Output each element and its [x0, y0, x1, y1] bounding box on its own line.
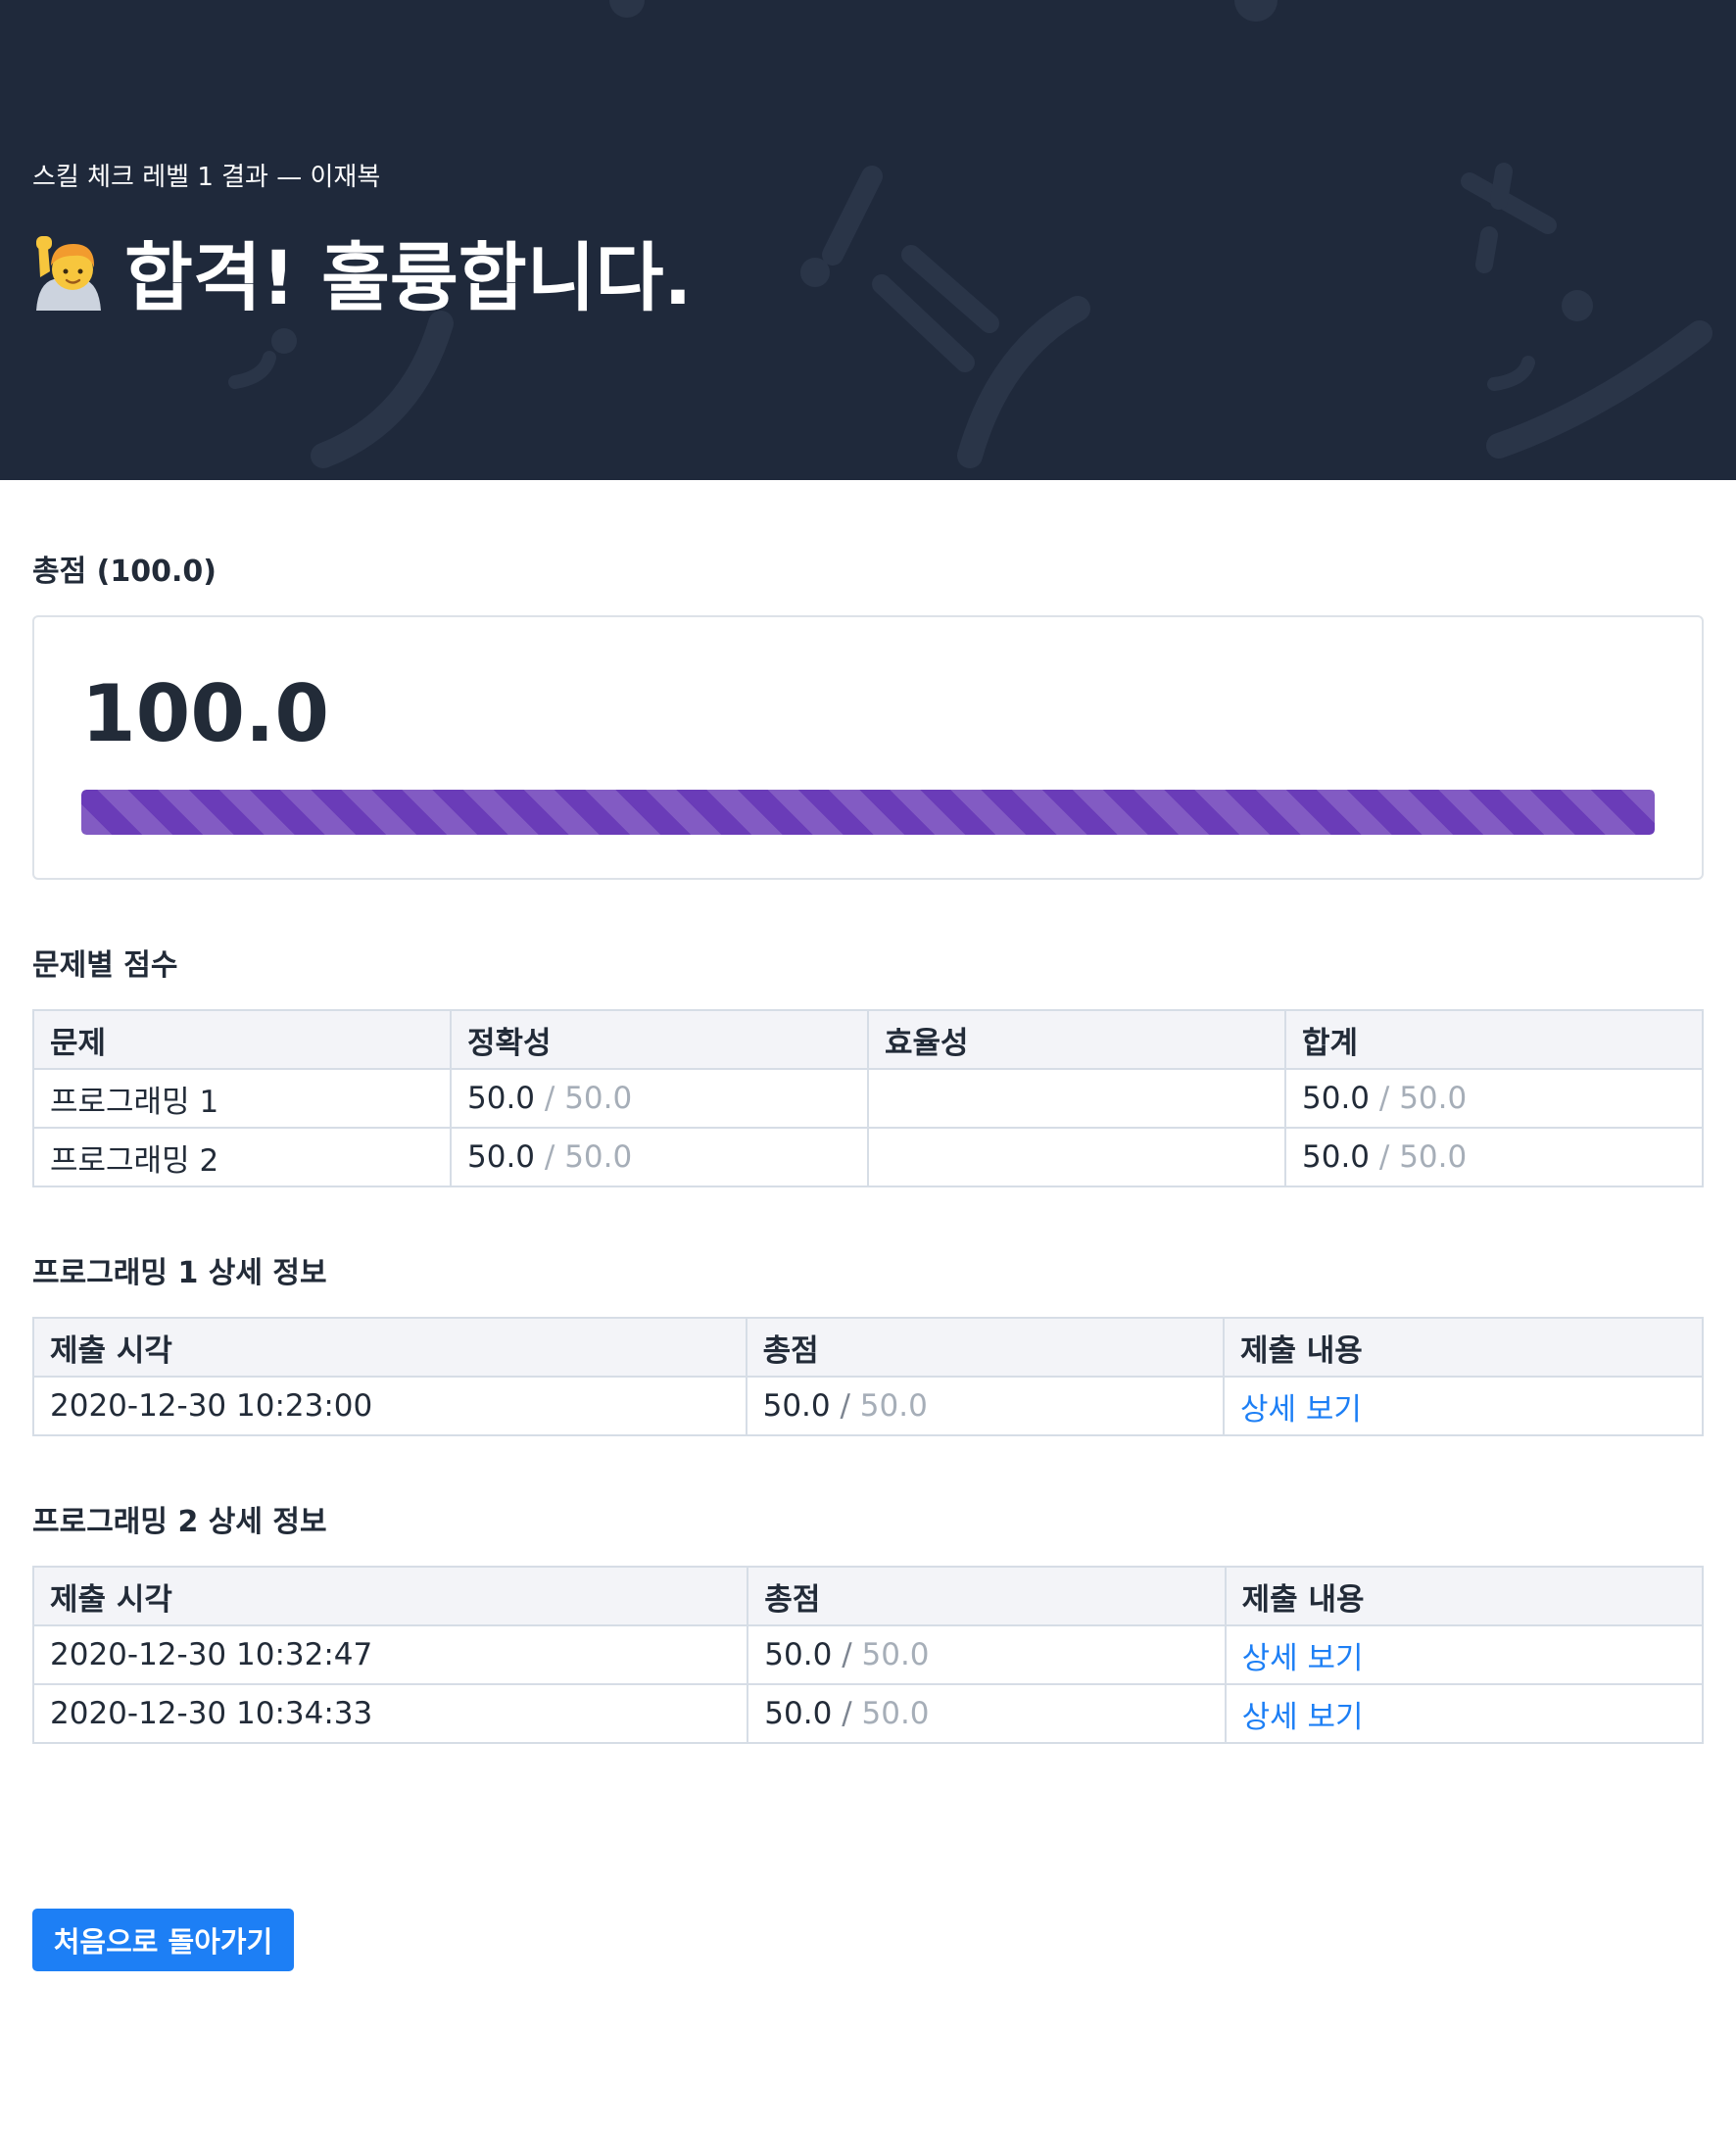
- detail-2-table: 제출 시각 총점 제출 내용 2020-12-30 10:32:47 50.0 …: [31, 1566, 1705, 1744]
- view-details-link[interactable]: 상세 보기: [1242, 1700, 1364, 1735]
- submission-content-cell: 상세 보기: [1224, 1683, 1705, 1744]
- submission-score: 50.0 / 50.0: [747, 1624, 1227, 1685]
- column-header: 제출 내용: [1222, 1317, 1705, 1378]
- column-header: 문제: [32, 1009, 452, 1070]
- submission-content-cell: 상세 보기: [1224, 1624, 1705, 1685]
- table-row: 2020-12-30 10:32:47 50.0 / 50.0 상세 보기: [31, 1624, 1705, 1685]
- submission-content-cell: 상세 보기: [1222, 1376, 1705, 1436]
- view-details-link[interactable]: 상세 보기: [1240, 1392, 1362, 1428]
- column-header: 제출 내용: [1224, 1566, 1705, 1626]
- table-header-row: 문제 정확성 효율성 합계: [32, 1009, 1704, 1070]
- view-details-link[interactable]: 상세 보기: [1242, 1641, 1364, 1676]
- submission-score: 50.0 / 50.0: [747, 1683, 1227, 1744]
- scores-by-problem-title: 문제별 점수: [32, 948, 178, 983]
- detail-1-title: 프로그래밍 1 상세 정보: [32, 1256, 327, 1290]
- total-score-progress-bar: [81, 790, 1655, 835]
- accuracy-score: 50.0 / 50.0: [450, 1068, 869, 1129]
- efficiency-score: [867, 1068, 1286, 1129]
- result-subtitle: 스킬 체크 레벨 1 결과 — 이재복: [32, 163, 381, 192]
- column-header: 총점: [745, 1317, 1225, 1378]
- detail-1-table: 제출 시각 총점 제출 내용 2020-12-30 10:23:00 50.0 …: [32, 1317, 1705, 1436]
- problem-name: 프로그래밍 2: [32, 1127, 452, 1187]
- back-to-start-button[interactable]: 처음으로 돌아가기: [32, 1909, 294, 1971]
- submission-time: 2020-12-30 10:32:47: [31, 1624, 749, 1685]
- result-title: 합격! 훌륭합니다.: [124, 234, 693, 321]
- column-header: 총점: [747, 1566, 1227, 1626]
- table-row: 프로그래밍 1 50.0 / 50.0 50.0 / 50.0: [32, 1068, 1704, 1129]
- table-row: 프로그래밍 2 50.0 / 50.0 50.0 / 50.0: [32, 1127, 1704, 1187]
- result-title-row: 합격! 훌륭합니다.: [32, 218, 692, 325]
- table-header-row: 제출 시각 총점 제출 내용: [32, 1317, 1705, 1378]
- efficiency-score: [867, 1127, 1286, 1187]
- result-header: 스킬 체크 레벨 1 결과 — 이재복 합격! 훌륭합니다.: [0, 0, 1736, 480]
- column-header: 효율성: [867, 1009, 1286, 1070]
- problem-total-score: 50.0 / 50.0: [1284, 1068, 1704, 1129]
- column-header: 제출 시각: [32, 1317, 747, 1378]
- total-score-progress-fill: [81, 790, 1655, 835]
- column-header: 합계: [1284, 1009, 1704, 1070]
- submission-time: 2020-12-30 10:23:00: [32, 1376, 747, 1436]
- column-header: 제출 시각: [31, 1566, 749, 1626]
- accuracy-score: 50.0 / 50.0: [450, 1127, 869, 1187]
- result-content: 총점 (100.0) 100.0 문제별 점수 문제 정확성 효율성 합계 프로…: [0, 547, 1736, 1744]
- submission-score: 50.0 / 50.0: [745, 1376, 1225, 1436]
- table-row: 2020-12-30 10:34:33 50.0 / 50.0 상세 보기: [31, 1683, 1705, 1744]
- scores-by-problem-table: 문제 정확성 효율성 합계 프로그래밍 1 50.0 / 50.0 50.0 /…: [32, 1009, 1704, 1187]
- total-score-card: 100.0: [32, 615, 1704, 880]
- submission-time: 2020-12-30 10:34:33: [31, 1683, 749, 1744]
- problem-total-score: 50.0 / 50.0: [1284, 1127, 1704, 1187]
- total-score-value: 100.0: [81, 668, 330, 759]
- detail-2-title: 프로그래밍 2 상세 정보: [32, 1505, 327, 1539]
- table-row: 2020-12-30 10:23:00 50.0 / 50.0 상세 보기: [32, 1376, 1705, 1436]
- problem-name: 프로그래밍 1: [32, 1068, 452, 1129]
- total-score-title: 총점 (100.0): [32, 555, 217, 589]
- person-raising-hand-icon: [36, 236, 101, 311]
- table-header-row: 제출 시각 총점 제출 내용: [31, 1566, 1705, 1626]
- column-header: 정확성: [450, 1009, 869, 1070]
